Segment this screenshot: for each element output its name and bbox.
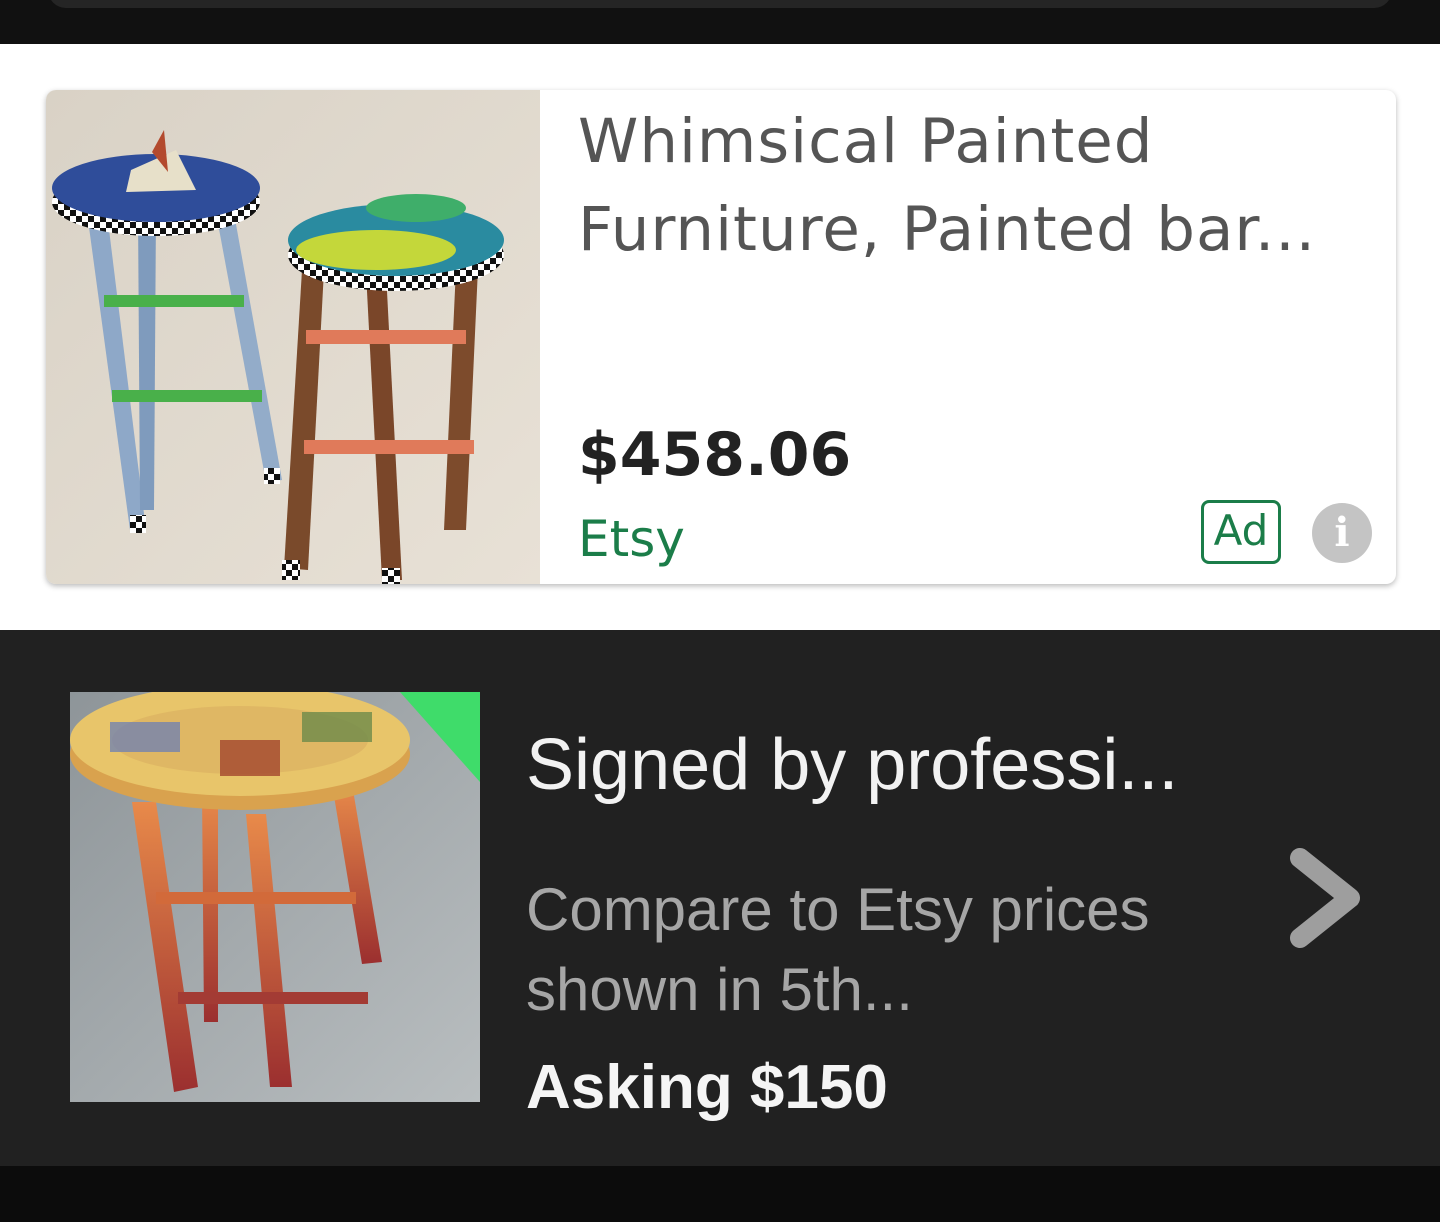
ad-title[interactable]: Whimsical Painted Furniture, Painted bar…: [578, 98, 1378, 274]
marketplace-listing[interactable]: Signed by professi... Compare to Etsy pr…: [0, 630, 1440, 1166]
painted-stool-image: [70, 692, 480, 1102]
listing-price: Asking $150: [526, 1053, 888, 1122]
ad-seller[interactable]: Etsy: [578, 510, 685, 568]
ad-badge: Ad: [1201, 500, 1281, 564]
sponsored-ad-card[interactable]: Whimsical Painted Furniture, Painted bar…: [46, 90, 1396, 584]
ad-section: Whimsical Painted Furniture, Painted bar…: [0, 44, 1440, 630]
info-icon[interactable]: i: [1312, 503, 1372, 563]
listing-title[interactable]: Signed by professi...: [526, 724, 1178, 806]
previous-card-edge: [48, 0, 1392, 8]
listing-description: Compare to Etsy prices shown in 5th...: [526, 876, 1150, 1023]
painted-bar-stools-image: [46, 90, 540, 584]
bottom-bar: [0, 1166, 1440, 1222]
ad-price: $458.06: [578, 420, 852, 490]
top-bar: [0, 0, 1440, 44]
chevron-right-icon[interactable]: [1282, 840, 1366, 956]
